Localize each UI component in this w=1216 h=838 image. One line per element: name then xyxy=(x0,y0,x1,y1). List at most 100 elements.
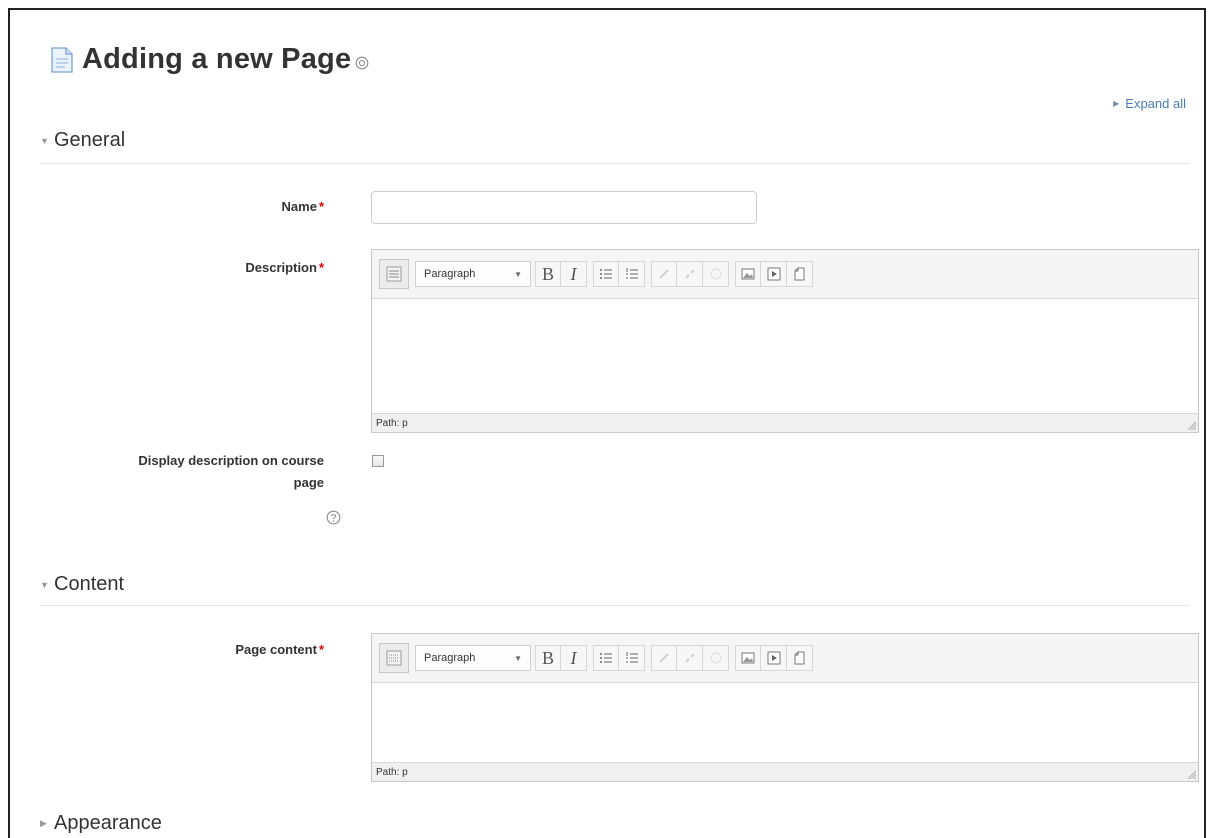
help-icon[interactable] xyxy=(326,510,341,525)
page-content-label-text: Page content xyxy=(235,642,317,657)
page-content-editor[interactable]: Paragraph ▼ B I Path: p xyxy=(371,633,1199,782)
ordered-list-icon xyxy=(625,268,638,279)
page-content-label: Page content * xyxy=(235,639,324,661)
manage-files-icon xyxy=(794,651,804,665)
name-label-text: Name xyxy=(281,199,317,214)
description-editor[interactable]: Paragraph ▼ B I Path: p xyxy=(371,249,1199,433)
emoticon-button[interactable] xyxy=(703,261,729,287)
emoticon-icon xyxy=(710,652,721,664)
collapse-triangle-icon: ▼ xyxy=(40,135,49,146)
expand-triangle-icon: ▶ xyxy=(40,818,47,828)
description-label-text: Description xyxy=(245,260,317,275)
page-title: Adding a new Page xyxy=(82,43,352,75)
page-header: Adding a new Page xyxy=(48,43,369,76)
list-group xyxy=(593,645,645,671)
ordered-list-icon xyxy=(625,652,638,663)
toolbar-toggle-button[interactable] xyxy=(379,259,409,289)
image-icon xyxy=(741,268,755,280)
link-icon xyxy=(659,653,669,663)
image-button[interactable] xyxy=(735,645,761,671)
resize-handle-icon[interactable] xyxy=(1186,420,1196,430)
display-description-label: Display description on course page xyxy=(138,450,324,494)
section-general-title: General xyxy=(54,129,126,151)
media-icon xyxy=(767,267,780,281)
unlink-button[interactable] xyxy=(677,645,703,671)
unordered-list-button[interactable] xyxy=(593,261,619,287)
page-content-edit-area[interactable] xyxy=(372,683,1198,762)
description-path: Path: p xyxy=(376,417,408,429)
name-input[interactable] xyxy=(371,191,757,224)
toolbar-toggle-icon xyxy=(386,266,402,282)
section-appearance-title: Appearance xyxy=(54,812,162,834)
unordered-list-button[interactable] xyxy=(593,645,619,671)
bold-button[interactable]: B xyxy=(535,645,561,671)
italic-button[interactable]: I xyxy=(561,261,587,287)
link-icon xyxy=(659,269,669,279)
emoticon-icon xyxy=(710,268,721,280)
format-select[interactable]: Paragraph ▼ xyxy=(415,261,531,287)
page-icon xyxy=(51,46,73,73)
text-style-group: B I xyxy=(535,645,587,671)
toolbar-toggle-icon xyxy=(386,650,402,666)
insert-group xyxy=(735,261,813,287)
link-button[interactable] xyxy=(651,645,677,671)
page-content-editor-toolbar: Paragraph ▼ B I xyxy=(372,634,1198,683)
section-appearance-toggle[interactable]: ▶ Appearance xyxy=(40,812,162,835)
media-button[interactable] xyxy=(761,261,787,287)
required-mark: * xyxy=(318,199,324,214)
link-button[interactable] xyxy=(651,261,677,287)
manage-files-icon xyxy=(794,267,804,281)
unordered-list-icon xyxy=(600,269,612,279)
section-content-title: Content xyxy=(54,573,125,595)
collapse-triangle-icon: ▼ xyxy=(40,579,49,590)
page-content-path: Path: p xyxy=(376,766,408,778)
section-content-toggle[interactable]: ▼ Content xyxy=(40,573,124,596)
bold-button[interactable]: B xyxy=(535,261,561,287)
section-general-toggle[interactable]: ▼ General xyxy=(40,129,125,152)
display-description-label-line2: page xyxy=(293,475,324,490)
page-frame: Adding a new Page ▶ Expand all ▼ General… xyxy=(8,8,1206,838)
list-group xyxy=(593,261,645,287)
unordered-list-icon xyxy=(600,653,612,663)
media-button[interactable] xyxy=(761,645,787,671)
manage-files-button[interactable] xyxy=(787,261,813,287)
italic-button[interactable]: I xyxy=(561,645,587,671)
description-edit-area[interactable] xyxy=(372,299,1198,413)
image-button[interactable] xyxy=(735,261,761,287)
media-icon xyxy=(767,651,780,665)
resize-handle-icon[interactable] xyxy=(1186,769,1196,779)
required-mark: * xyxy=(318,642,324,657)
required-mark: * xyxy=(318,260,324,275)
unlink-icon xyxy=(684,269,695,279)
display-description-checkbox[interactable] xyxy=(372,455,384,467)
display-description-label-line1: Display description on course xyxy=(138,453,324,468)
help-icon[interactable] xyxy=(355,56,369,70)
description-editor-toolbar: Paragraph ▼ B I xyxy=(372,250,1198,299)
toolbar-toggle-button[interactable] xyxy=(379,643,409,673)
section-general-divider xyxy=(40,163,1190,164)
chevron-down-icon: ▼ xyxy=(514,653,522,663)
format-select-value: Paragraph xyxy=(424,268,476,280)
link-group xyxy=(651,645,729,671)
image-icon xyxy=(741,652,755,664)
insert-group xyxy=(735,645,813,671)
text-style-group: B I xyxy=(535,261,587,287)
description-statusbar: Path: p xyxy=(372,413,1198,432)
name-label: Name * xyxy=(282,196,324,218)
unlink-button[interactable] xyxy=(677,261,703,287)
description-label: Description * xyxy=(245,257,324,279)
section-content-divider xyxy=(40,605,1190,606)
page-content-statusbar: Path: p xyxy=(372,762,1198,781)
chevron-down-icon: ▼ xyxy=(514,269,522,279)
expand-all-link[interactable]: ▶ Expand all xyxy=(1113,96,1186,111)
format-select-value: Paragraph xyxy=(424,652,476,664)
unlink-icon xyxy=(684,653,695,663)
ordered-list-button[interactable] xyxy=(619,645,645,671)
link-group xyxy=(651,261,729,287)
expand-all-label: Expand all xyxy=(1125,96,1186,111)
expand-triangle-icon: ▶ xyxy=(1113,99,1120,108)
manage-files-button[interactable] xyxy=(787,645,813,671)
emoticon-button[interactable] xyxy=(703,645,729,671)
format-select[interactable]: Paragraph ▼ xyxy=(415,645,531,671)
ordered-list-button[interactable] xyxy=(619,261,645,287)
